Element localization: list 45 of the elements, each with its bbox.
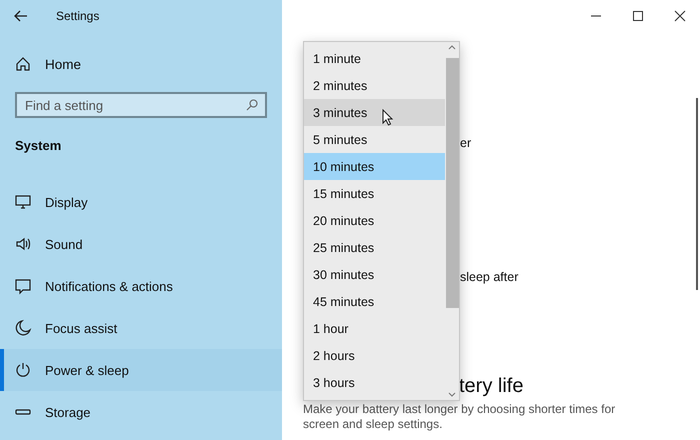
back-arrow-icon[interactable] xyxy=(14,10,28,22)
speech-bubble-icon xyxy=(14,277,32,295)
section-heading: System xyxy=(15,138,62,153)
sidebar-item[interactable]: Notifications & actions xyxy=(0,265,282,307)
scroll-up-icon[interactable] xyxy=(448,45,456,50)
mouse-pointer-icon xyxy=(382,109,394,126)
dropdown-option[interactable]: 25 minutes xyxy=(304,234,445,261)
close-icon xyxy=(674,10,686,22)
scrollbar-thumb[interactable] xyxy=(446,58,458,308)
dropdown-option[interactable]: 30 minutes xyxy=(304,261,445,288)
setting-label: sleep after xyxy=(460,270,518,285)
sidebar-item[interactable]: Storage xyxy=(0,391,282,433)
sidebar-item[interactable]: Focus assist xyxy=(0,307,282,349)
dropdown-option[interactable]: 5 minutes xyxy=(304,126,445,153)
search-field[interactable]: Find a setting xyxy=(15,92,267,118)
dropdown-option[interactable]: 1 minute xyxy=(304,45,445,72)
dropdown-option[interactable]: 3 minutes xyxy=(304,99,445,126)
sidebar-item[interactable]: Sound xyxy=(0,223,282,265)
dropdown-option[interactable]: 3 hours xyxy=(304,369,445,396)
power-icon xyxy=(14,361,32,379)
description-text: Make your battery last longer by choosing shorter times for screen and sleep settings. xyxy=(303,402,616,432)
dropdown-option[interactable]: 15 minutes xyxy=(304,180,445,207)
dropdown-option[interactable]: 10 minutes xyxy=(304,153,445,180)
home-nav-item[interactable]: Home xyxy=(0,47,282,81)
dropdown-option[interactable]: 2 minutes xyxy=(304,72,445,99)
setting-label: er xyxy=(460,136,472,151)
dropdown-option[interactable]: 1 hour xyxy=(304,315,445,342)
sidebar-item[interactable]: Power & sleep xyxy=(0,349,282,391)
maximize-button[interactable] xyxy=(630,8,646,24)
section-heading: tery life xyxy=(459,375,524,398)
dropdown-option[interactable]: 20 minutes xyxy=(304,207,445,234)
maximize-icon xyxy=(632,10,644,22)
dropdown-option[interactable]: 45 minutes xyxy=(304,288,445,315)
close-button[interactable] xyxy=(672,8,688,24)
scroll-down-icon[interactable] xyxy=(448,392,456,397)
search-icon xyxy=(246,99,258,111)
monitor-icon xyxy=(14,193,32,211)
crescent-moon-icon xyxy=(14,319,32,337)
home-label: Home xyxy=(45,56,82,72)
dropdown-option[interactable]: 2 hours xyxy=(304,342,445,369)
home-icon xyxy=(15,56,31,72)
scrollbar[interactable] xyxy=(696,98,698,290)
speaker-icon xyxy=(14,235,32,253)
window-title: Settings xyxy=(56,9,100,23)
sidebar-item[interactable]: Display xyxy=(0,181,282,223)
